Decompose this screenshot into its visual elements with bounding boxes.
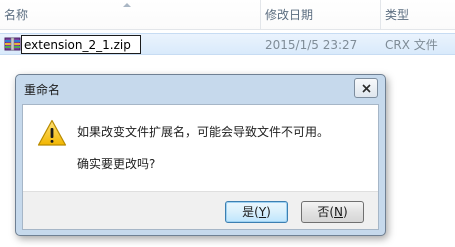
file-type: CRX 文件 [385, 38, 438, 52]
no-button[interactable]: 否(N) [301, 201, 364, 223]
yes-button[interactable]: 是(Y) [225, 201, 288, 223]
column-name[interactable]: 名称 [0, 0, 258, 30]
no-label-end: ) [342, 205, 348, 219]
file-row[interactable]: 2015/1/5 23:27 CRX 文件 [0, 33, 455, 55]
dialog-button-bar: 是(Y) 否(N) [23, 191, 378, 229]
warning-icon [37, 119, 67, 146]
column-header-bar: 名称 修改日期 类型 [0, 0, 455, 30]
column-type[interactable]: 类型 [380, 0, 455, 30]
no-accelerator: N [334, 205, 343, 219]
column-date-modified[interactable]: 修改日期 [260, 0, 378, 30]
yes-label-end: ) [266, 205, 271, 219]
archive-icon [4, 37, 21, 51]
warning-message: 如果改变文件扩展名，可能会导致文件不可用。 [77, 125, 330, 139]
close-icon [362, 84, 371, 93]
rename-input[interactable] [21, 35, 141, 54]
explorer-window: 名称 修改日期 类型 2015/1/5 23:27 CRX 文件 重命名 [0, 0, 455, 247]
dialog-content: 如果改变文件扩展名，可能会导致文件不可用。 确实要更改吗? [23, 105, 378, 191]
no-label: 否( [317, 205, 334, 219]
file-date-modified: 2015/1/5 23:27 [265, 38, 358, 52]
yes-label: 是( [242, 205, 259, 219]
close-button[interactable] [354, 78, 378, 98]
confirm-question: 确实要更改吗? [77, 157, 156, 171]
rename-warning-dialog: 重命名 如果改变文件扩展名，可能会导致文件不可用。 确实要更改吗? 是(Y) 否… [15, 74, 386, 236]
dialog-title: 重命名 [24, 83, 61, 97]
dialog-body: 如果改变文件扩展名，可能会导致文件不可用。 确实要更改吗? 是(Y) 否(N) [22, 104, 379, 230]
